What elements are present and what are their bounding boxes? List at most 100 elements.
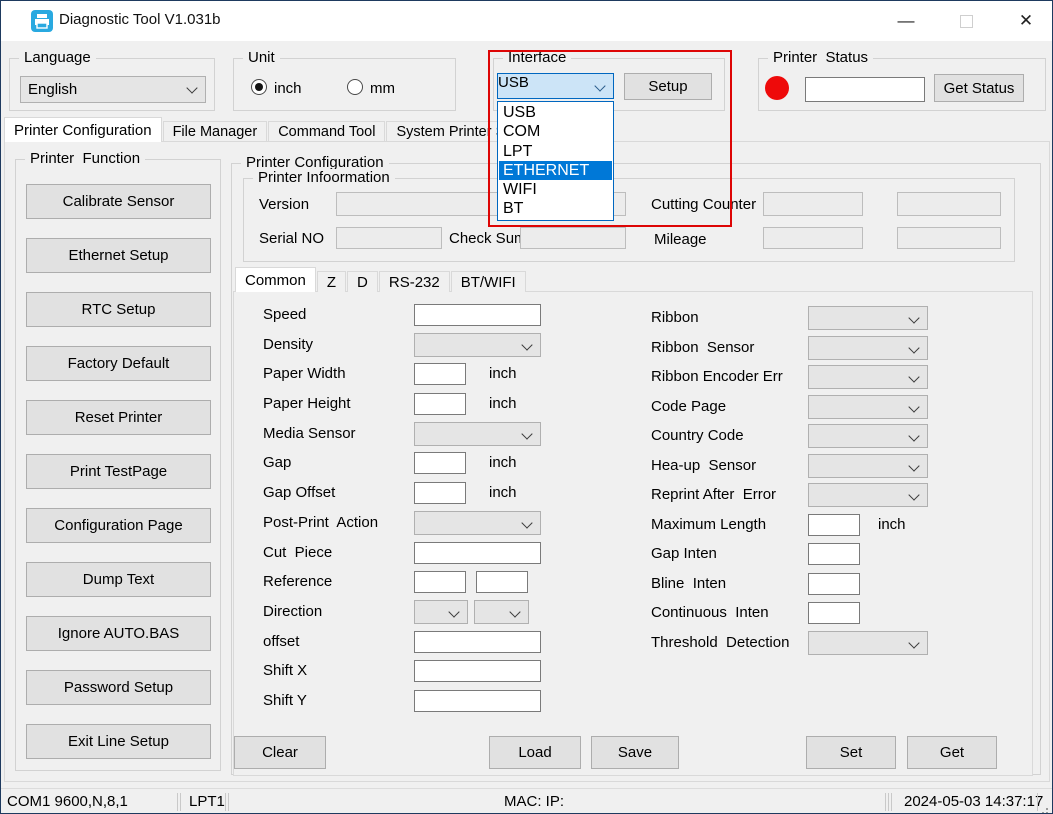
speed-label: Speed [263, 301, 306, 328]
reference-input-2[interactable] [476, 571, 528, 593]
tab-file-manager[interactable]: File Manager [163, 121, 268, 142]
dump-text-button[interactable]: Dump Text [26, 562, 211, 597]
hea-up-sensor-dropdown[interactable] [808, 454, 928, 478]
datetime-status: 2024-05-03 14:37:17 [904, 793, 1043, 810]
printer-status-group-label: Printer Status [768, 49, 873, 66]
interface-option-wifi[interactable]: WIFI [499, 180, 612, 199]
density-dropdown[interactable] [414, 333, 541, 357]
form-row-gap-inten: Gap Inten [651, 540, 951, 570]
subtab-bt-wifi[interactable]: BT/WIFI [451, 271, 526, 292]
printer-function-label: Printer Function [25, 150, 145, 167]
media-sensor-dropdown[interactable] [414, 422, 541, 446]
title-bar: Diagnostic Tool V1.031b — ✕ [1, 1, 1052, 41]
resize-grip[interactable] [1046, 808, 1048, 810]
printer-app-icon [31, 10, 53, 32]
mac-ip-status: MAC: IP: [504, 793, 564, 810]
code-page-dropdown[interactable] [808, 395, 928, 419]
save-button[interactable]: Save [591, 736, 679, 769]
ignore-auto-bas-button[interactable]: Ignore AUTO.BAS [26, 616, 211, 651]
interface-option-com[interactable]: COM [499, 122, 612, 141]
direction-dropdown-2[interactable] [474, 600, 529, 624]
check-sum-label: Check Sum [449, 230, 527, 247]
load-button[interactable]: Load [489, 736, 581, 769]
ribbon-encoder-err-dropdown[interactable] [808, 365, 928, 389]
offset-label: offset [263, 628, 299, 655]
interface-dropdown[interactable]: USB [497, 73, 614, 99]
ribbon-encoder-err-label: Ribbon Encoder Err [651, 363, 783, 390]
post-print-action-dropdown[interactable] [414, 511, 541, 535]
cut-piece-input[interactable] [414, 542, 541, 564]
form-row-code-page: Code Page [651, 393, 951, 423]
statusbar-separator [225, 793, 229, 811]
unit-label: inch [489, 360, 517, 387]
shift-x-input[interactable] [414, 660, 541, 682]
subtab-common[interactable]: Common [235, 267, 316, 292]
mileage-label: Mileage [654, 231, 707, 248]
minimize-button[interactable]: — [883, 1, 929, 41]
language-dropdown[interactable]: English [20, 76, 206, 103]
form-row-reference: Reference [263, 568, 563, 598]
form-row-density: Density [263, 331, 563, 361]
reset-printer-button[interactable]: Reset Printer [26, 400, 211, 435]
serial-no-field [336, 227, 442, 249]
printer-status-group: Printer Status Get Status [758, 58, 1046, 111]
window-title: Diagnostic Tool V1.031b [59, 11, 221, 28]
interface-option-ethernet[interactable]: ETHERNET [499, 161, 612, 180]
paper-width-input[interactable] [414, 363, 466, 385]
mileage-field-2 [897, 227, 1001, 249]
maximize-button[interactable] [943, 1, 989, 41]
calibrate-sensor-button[interactable]: Calibrate Sensor [26, 184, 211, 219]
statusbar-separator [885, 793, 886, 811]
shift-y-input[interactable] [414, 690, 541, 712]
form-row-continuous-inten: Continuous Inten [651, 599, 951, 629]
reprint-after-error-dropdown[interactable] [808, 483, 928, 507]
close-button[interactable]: ✕ [1003, 1, 1049, 41]
subtab-d[interactable]: D [347, 271, 378, 292]
configuration-page-button[interactable]: Configuration Page [26, 508, 211, 543]
unit-label: inch [489, 390, 517, 417]
speed-input[interactable] [414, 304, 541, 326]
interface-option-lpt[interactable]: LPT [499, 142, 612, 161]
country-code-dropdown[interactable] [808, 424, 928, 448]
exit-line-setup-button[interactable]: Exit Line Setup [26, 724, 211, 759]
tab-printer-configuration[interactable]: Printer Configuration [4, 117, 162, 142]
tab-command-tool[interactable]: Command Tool [268, 121, 385, 142]
subtab-z[interactable]: Z [317, 271, 346, 292]
reference-label: Reference [263, 568, 332, 595]
subtab-rs-232[interactable]: RS-232 [379, 271, 450, 292]
set-button[interactable]: Set [806, 736, 896, 769]
setup-button[interactable]: Setup [624, 73, 712, 100]
print-testpage-button[interactable]: Print TestPage [26, 454, 211, 489]
ribbon-dropdown[interactable] [808, 306, 928, 330]
rtc-setup-button[interactable]: RTC Setup [26, 292, 211, 327]
clear-button[interactable]: Clear [234, 736, 326, 769]
gap-offset-input[interactable] [414, 482, 466, 504]
maximum-length-input[interactable] [808, 514, 860, 536]
bline-inten-input[interactable] [808, 573, 860, 595]
ethernet-setup-button[interactable]: Ethernet Setup [26, 238, 211, 273]
unit-mm-radio[interactable] [347, 79, 363, 95]
direction-dropdown-1[interactable] [414, 600, 468, 624]
interface-option-usb[interactable]: USB [499, 103, 612, 122]
form-row-ribbon: Ribbon [651, 304, 951, 334]
status-bar: COM1 9600,N,8,1 LPT1 MAC: IP: 2024-05-03… [1, 788, 1052, 814]
form-row-bline-inten: Bline Inten [651, 570, 951, 600]
get-button[interactable]: Get [907, 736, 997, 769]
password-setup-button[interactable]: Password Setup [26, 670, 211, 705]
get-status-button[interactable]: Get Status [934, 74, 1024, 102]
gap-inten-input[interactable] [808, 543, 860, 565]
printer-status-field[interactable] [805, 77, 925, 102]
ribbon-sensor-dropdown[interactable] [808, 336, 928, 360]
paper-height-input[interactable] [414, 393, 466, 415]
unit-inch-radio[interactable] [251, 79, 267, 95]
form-row-paper-width: Paper Widthinch [263, 360, 563, 390]
unit-label: inch [489, 449, 517, 476]
threshold-detection-dropdown[interactable] [808, 631, 928, 655]
language-group-label: Language [19, 49, 96, 66]
interface-option-bt[interactable]: BT [499, 199, 612, 218]
continuous-inten-input[interactable] [808, 602, 860, 624]
reference-input-1[interactable] [414, 571, 466, 593]
offset-input[interactable] [414, 631, 541, 653]
gap-input[interactable] [414, 452, 466, 474]
factory-default-button[interactable]: Factory Default [26, 346, 211, 381]
